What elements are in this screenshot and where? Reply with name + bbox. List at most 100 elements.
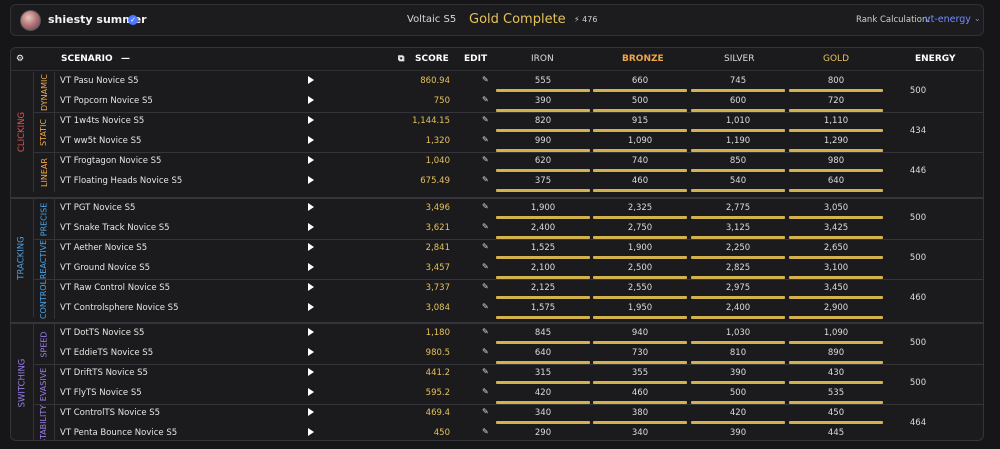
edit-icon[interactable]: ✎ (482, 95, 489, 104)
bronze-header: BRONZE (622, 54, 664, 64)
edit-icon[interactable]: ✎ (482, 302, 489, 311)
table-row[interactable]: VT 1w4ts Novice S5 1,144.15 ✎ 820 915 1,010 1,… (34, 112, 983, 132)
table-row[interactable]: VT Popcorn Novice S5 750 ✎ 390 500 600 720 (34, 92, 983, 112)
play-icon[interactable] (308, 263, 314, 271)
play-icon[interactable] (308, 116, 314, 124)
play-icon[interactable] (308, 368, 314, 376)
edit-icon[interactable]: ✎ (482, 407, 489, 416)
chevron-down-icon[interactable]: ⌄ (974, 14, 981, 23)
table-row[interactable]: VT Frogtagon Novice S5 1,040 ✎ 620 740 850 980 (34, 152, 983, 172)
table-row[interactable]: VT EddieTS Novice S5 980.5 ✎ 640 730 810 890 (34, 344, 983, 364)
play-icon[interactable] (308, 328, 314, 336)
play-icon[interactable] (308, 136, 314, 144)
edit-icon[interactable]: ✎ (482, 427, 489, 436)
table-row[interactable]: VT Floating Heads Novice S5 675.49 ✎ 375 460… (34, 172, 983, 192)
gold-threshold: 3,050 (823, 203, 849, 213)
scenario-name: VT Aether Novice S5 (60, 243, 148, 253)
play-icon[interactable] (308, 76, 314, 84)
iron-threshold: 990 (534, 136, 552, 146)
table-header: ⚙ SCENARIO — ⧉ SCORE EDIT IRON BRONZE SI… (11, 48, 983, 71)
table-row[interactable]: VT Aether Novice S5 2,841 ✎ 1,525 1,900 2,250… (34, 239, 983, 259)
play-icon[interactable] (308, 408, 314, 416)
edit-icon[interactable]: ✎ (482, 262, 489, 271)
table-row[interactable]: VT ww5t Novice S5 1,320 ✎ 990 1,090 1,190 1,29… (34, 132, 983, 152)
scenario-score: 441.2 (425, 368, 450, 378)
silver-threshold: 1,030 (725, 328, 751, 338)
bronze-threshold: 340 (631, 428, 649, 438)
iron-threshold: 340 (534, 408, 552, 418)
table-row[interactable]: VT Raw Control Novice S5 3,737 ✎ 2,125 2,550… (34, 279, 983, 299)
play-icon[interactable] (308, 203, 314, 211)
play-icon[interactable] (308, 243, 314, 251)
subgroup-reactive: REACTIVE VT Aether Novice S5 2,841 ✎ 1,525 1,… (34, 239, 983, 279)
gear-icon[interactable]: ⚙ (16, 54, 24, 64)
scenario-score: 3,737 (425, 283, 450, 293)
table-row[interactable]: VT Controlsphere Novice S5 3,084 ✎ 1,575 1,9… (34, 299, 983, 319)
bronze-threshold: 660 (631, 76, 649, 86)
table-row[interactable]: VT FlyTS Novice S5 595.2 ✎ 420 460 500 535 (34, 384, 983, 404)
total-energy: ⚡ 476 (574, 15, 597, 24)
iron-threshold: 845 (534, 328, 552, 338)
play-icon[interactable] (308, 96, 314, 104)
subgroup-energy: 500 (909, 213, 927, 223)
edit-icon[interactable]: ✎ (482, 155, 489, 164)
verified-icon: ✓ (128, 15, 138, 25)
edit-icon[interactable]: ✎ (482, 282, 489, 291)
bronze-threshold: 915 (631, 116, 649, 126)
play-icon[interactable] (308, 348, 314, 356)
play-icon[interactable] (308, 283, 314, 291)
silver-threshold: 850 (729, 156, 747, 166)
play-icon[interactable] (308, 388, 314, 396)
edit-icon[interactable]: ✎ (482, 75, 489, 84)
iron-threshold: 820 (534, 116, 552, 126)
iron-threshold: 620 (534, 156, 552, 166)
gold-threshold: 445 (827, 428, 845, 438)
edit-icon[interactable]: ✎ (482, 387, 489, 396)
edit-icon[interactable]: ✎ (482, 367, 489, 376)
avatar[interactable] (20, 10, 41, 31)
play-icon[interactable] (308, 303, 314, 311)
gold-threshold: 3,450 (823, 283, 849, 293)
silver-threshold: 3,125 (725, 223, 751, 233)
play-icon[interactable] (308, 428, 314, 436)
iron-threshold: 290 (534, 428, 552, 438)
iron-progress-bar (496, 316, 590, 319)
bronze-threshold: 380 (631, 408, 649, 418)
silver-threshold: 2,775 (725, 203, 751, 213)
group-label-text: TRACKING (17, 236, 28, 280)
edit-icon[interactable]: ✎ (482, 202, 489, 211)
play-icon[interactable] (308, 156, 314, 164)
table-row[interactable]: VT Ground Novice S5 3,457 ✎ 2,100 2,500 2,825… (34, 259, 983, 279)
gold-progress-bar (789, 316, 883, 319)
subgroup-control: CONTROL VT Raw Control Novice S5 3,737 ✎ 2,1… (34, 279, 983, 319)
scenario-name: VT PGT Novice S5 (60, 203, 136, 213)
collapse-icon[interactable]: — (121, 54, 130, 64)
scenario-score: 3,084 (425, 303, 450, 313)
copy-icon[interactable]: ⧉ (398, 54, 404, 64)
edit-icon[interactable]: ✎ (482, 327, 489, 336)
edit-icon[interactable]: ✎ (482, 242, 489, 251)
table-row[interactable]: VT Snake Track Novice S5 3,621 ✎ 2,400 2,750… (34, 219, 983, 239)
gold-threshold: 3,100 (823, 263, 849, 273)
bronze-threshold: 740 (631, 156, 649, 166)
rank-calculation-select[interactable]: vt-energy (925, 14, 971, 25)
group-label-text: SWITCHING (17, 358, 27, 408)
silver-header: SILVER (724, 54, 755, 64)
table-row[interactable]: VT ControlTS Novice S5 469.4 ✎ 340 380 420 450 (34, 404, 983, 424)
table-row[interactable]: VT DriftTS Novice S5 441.2 ✎ 315 355 390 430 (34, 364, 983, 384)
edit-icon[interactable]: ✎ (482, 115, 489, 124)
play-icon[interactable] (308, 176, 314, 184)
edit-icon[interactable]: ✎ (482, 135, 489, 144)
table-row[interactable]: VT DotTS Novice S5 1,180 ✎ 845 940 1,030 1,090 (34, 324, 983, 344)
table-row[interactable]: VT Penta Bounce Novice S5 450 ✎ 290 340 390 44… (34, 424, 983, 440)
gold-header: GOLD (823, 54, 850, 64)
edit-icon[interactable]: ✎ (482, 222, 489, 231)
play-icon[interactable] (308, 223, 314, 231)
table-row[interactable]: VT PGT Novice S5 3,496 ✎ 1,900 2,325 2,775 3,0… (34, 199, 983, 219)
bronze-threshold: 2,325 (627, 203, 653, 213)
edit-icon[interactable]: ✎ (482, 347, 489, 356)
subgroup-evasive: EVASIVE VT DriftTS Novice S5 441.2 ✎ 315 355 3… (34, 364, 983, 404)
top-bar: shiesty summer ✓ Voltaic S5 Gold Complet… (10, 4, 984, 36)
table-row[interactable]: VT Pasu Novice S5 860.94 ✎ 555 660 745 800 (34, 72, 983, 92)
edit-icon[interactable]: ✎ (482, 175, 489, 184)
